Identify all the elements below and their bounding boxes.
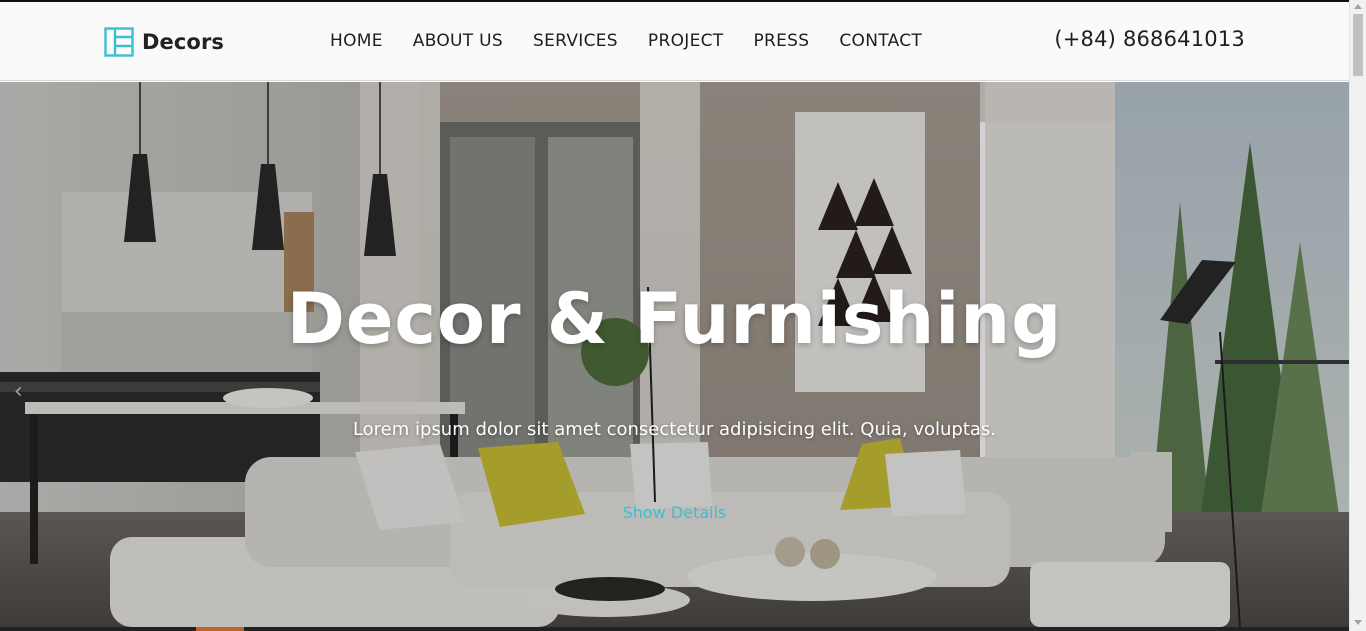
nav-contact[interactable]: CONTACT	[839, 30, 922, 52]
brand-name: Decors	[142, 30, 225, 54]
phone-number[interactable]: (+84) 868641013	[1054, 27, 1245, 51]
nav-home[interactable]: HOME	[330, 30, 383, 52]
logo-icon	[104, 27, 134, 57]
site-header: Decors HOME ABOUT US SERVICES PROJECT PR…	[0, 2, 1349, 81]
nav-press[interactable]: PRESS	[753, 30, 809, 52]
vertical-scrollbar[interactable]	[1349, 0, 1366, 631]
scroll-down-icon[interactable]	[1354, 620, 1362, 625]
slider-indicator-active[interactable]	[196, 627, 244, 631]
main-nav: HOME ABOUT US SERVICES PROJECT PRESS CON…	[330, 30, 952, 52]
hero-subtitle: Lorem ipsum dolor sit amet consectetur a…	[352, 419, 997, 440]
nav-about-us[interactable]: ABOUT US	[413, 30, 503, 52]
nav-project[interactable]: PROJECT	[648, 30, 724, 52]
hero-slider: ‹ Decor & Furnishing Lorem ipsum dolor s…	[0, 82, 1349, 627]
show-details-link[interactable]: Show Details	[0, 503, 1349, 522]
scrollbar-thumb[interactable]	[1353, 14, 1363, 76]
hero-title: Decor & Furnishing	[286, 278, 1063, 360]
scroll-up-icon[interactable]	[1354, 4, 1362, 9]
chevron-left-icon[interactable]: ‹	[14, 380, 32, 404]
logo[interactable]: Decors	[104, 26, 224, 58]
nav-services[interactable]: SERVICES	[533, 30, 618, 52]
